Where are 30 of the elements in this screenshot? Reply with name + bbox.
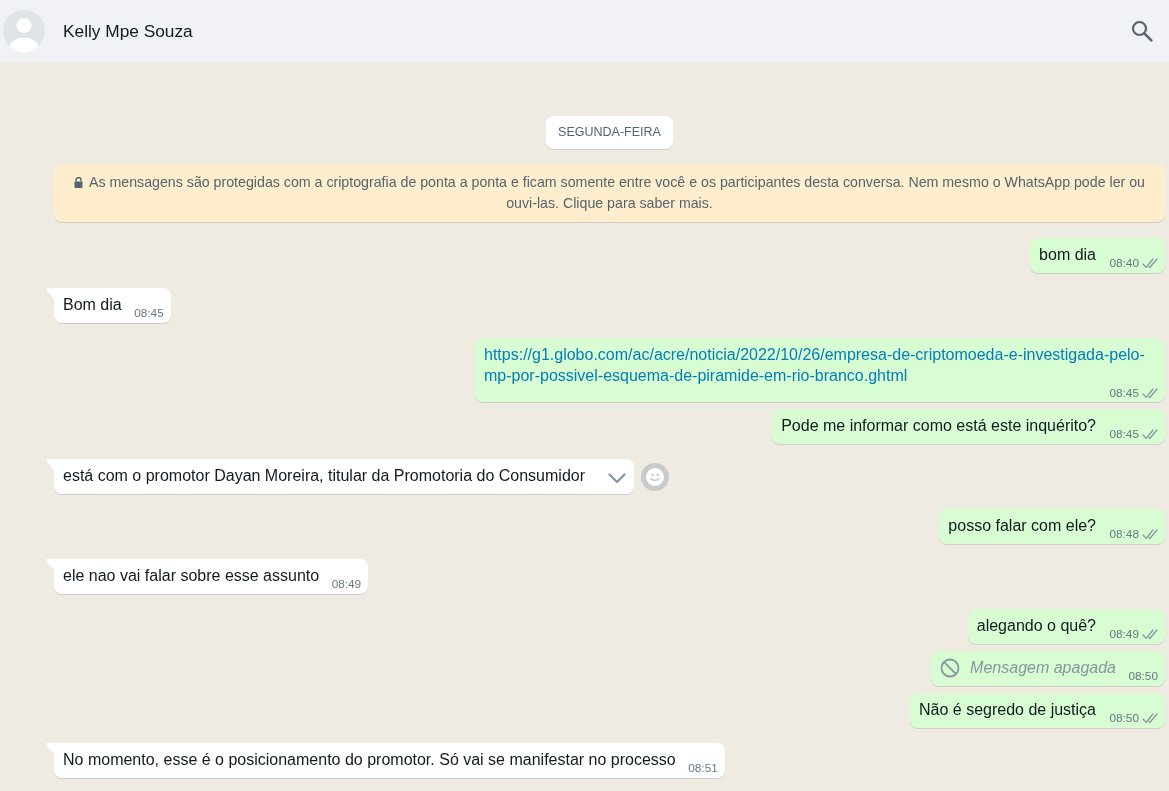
- search-icon: [1131, 20, 1153, 42]
- message-time: 08:49: [1109, 627, 1139, 642]
- message-time: 08:40: [1109, 256, 1139, 271]
- deleted-message-text: Mensagem apagada: [970, 659, 1116, 676]
- message-time: 08:45: [1109, 427, 1139, 442]
- message-time: 08:50: [1128, 669, 1158, 684]
- message-text: Pode me informar como está este inquérito?: [781, 417, 1096, 434]
- message-text: está com o promotor Dayan Moreira, titular da Promotoria do Consumidor: [63, 467, 585, 484]
- reaction-button[interactable]: [641, 462, 669, 491]
- message-time: 08:45: [1109, 386, 1139, 401]
- message-time: 08:51: [688, 761, 718, 776]
- message-text: Não é segredo de justiça: [919, 701, 1096, 718]
- lock-icon: [74, 177, 83, 188]
- message-text: posso falar com ele?: [948, 517, 1096, 534]
- message-text: bom dia: [1039, 246, 1096, 263]
- message-text: ele nao vai falar sobre esse assunto: [63, 567, 320, 584]
- message-text: alegando o quê?: [976, 617, 1096, 634]
- message-text: No momento, esse é o posicionamento do promotor. Só vai se manifestar no processo: [63, 751, 676, 768]
- smiley-icon: [646, 467, 664, 486]
- message-text: Bom dia: [63, 296, 122, 313]
- encryption-notice[interactable]: As mensagens são protegidas com a criptografia de ponta a ponta e ficam somente entre você e os participantes desta conversa. Nem mesmo o WhatsApp pode ler ou ouvi-las. Clique para saber mais.: [54, 164, 1165, 222]
- message-time: 08:45: [134, 306, 164, 321]
- message-time: 08:50: [1109, 711, 1139, 726]
- date-chip: SEGUNDA-FEIRA: [546, 116, 673, 149]
- message-time: 08:48: [1109, 527, 1139, 542]
- message-link[interactable]: https://g1.globo.com/ac/acre/noticia/2022/10/26/empresa-de-criptomoeda-e-investigada-pelo-mp-por-possivel-esquema-de-piramide-em-rio-branco.ghtml: [484, 344, 1158, 386]
- message-time: 08:49: [331, 577, 362, 592]
- contact-name[interactable]: Kelly Mpe Souza: [63, 20, 193, 42]
- prohibited-icon: [940, 658, 961, 678]
- encryption-notice-text: As mensagens são protegidas com a criptografia de ponta a ponta e ficam somente entre você e os participantes desta conversa. Nem mesmo o WhatsApp pode ler ou ouvi-las. Clique para saber mais.: [89, 174, 1145, 211]
